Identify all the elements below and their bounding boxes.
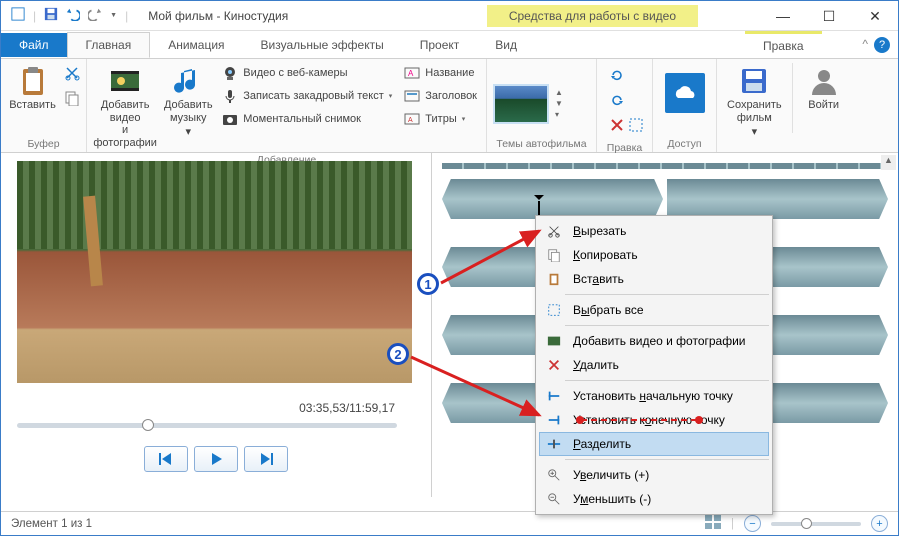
snapshot-button[interactable]: Моментальный снимок bbox=[219, 109, 395, 129]
ctx-cut[interactable]: Вырезать bbox=[539, 219, 769, 243]
login-button[interactable]: Войти bbox=[799, 63, 849, 114]
zoom-out-button[interactable]: − bbox=[744, 515, 761, 532]
maximize-button[interactable]: ☐ bbox=[806, 1, 852, 31]
add-music-button[interactable]: Добавить музыку ▾ bbox=[163, 63, 213, 141]
arrow-1 bbox=[437, 225, 547, 287]
onedrive-button[interactable] bbox=[665, 73, 705, 113]
thumb-view-icon[interactable] bbox=[705, 515, 721, 532]
qat-placeholder-icon[interactable] bbox=[11, 7, 25, 24]
zoom-slider[interactable] bbox=[771, 522, 861, 526]
ctx-select-all[interactable]: Выбрать все bbox=[539, 298, 769, 322]
theme-expand[interactable]: ▾ bbox=[555, 110, 563, 119]
delete-icon[interactable] bbox=[609, 117, 625, 136]
tab-effects[interactable]: Визуальные эффекты bbox=[243, 33, 402, 57]
red-dash bbox=[581, 419, 697, 421]
collapse-ribbon-icon[interactable]: ^ bbox=[862, 37, 868, 53]
play-button[interactable] bbox=[194, 446, 238, 472]
scroll-up-icon[interactable]: ▲ bbox=[881, 155, 896, 170]
captions-button[interactable]: AТитры▾ bbox=[401, 109, 480, 129]
callout-1: 1 bbox=[417, 273, 439, 295]
voiceover-button[interactable]: Записать закадровый текст▾ bbox=[219, 86, 395, 106]
cut-icon[interactable] bbox=[64, 65, 80, 84]
ctx-set-start[interactable]: Установить начальную точку bbox=[539, 384, 769, 408]
tab-animation[interactable]: Анимация bbox=[150, 33, 242, 57]
rotate-right-icon[interactable] bbox=[609, 92, 625, 111]
close-button[interactable]: ✕ bbox=[852, 1, 898, 31]
svg-text:A: A bbox=[408, 69, 414, 78]
prev-frame-button[interactable] bbox=[144, 446, 188, 472]
tab-edit[interactable]: Правка bbox=[745, 31, 822, 58]
theme-nav-down[interactable]: ▼ bbox=[555, 99, 563, 108]
undo-icon[interactable] bbox=[66, 7, 80, 24]
seek-handle[interactable] bbox=[142, 419, 154, 431]
tab-home[interactable]: Главная bbox=[67, 32, 151, 58]
clip-strip bbox=[442, 163, 888, 169]
context-menu: Вырезать Копировать Вставить Выбрать все… bbox=[535, 215, 773, 515]
help-icon[interactable]: ? bbox=[874, 37, 890, 53]
tab-view[interactable]: Вид bbox=[477, 33, 535, 57]
redo-icon[interactable] bbox=[88, 7, 102, 24]
save-icon[interactable] bbox=[44, 7, 58, 24]
select-all-icon[interactable] bbox=[628, 117, 644, 136]
arrow-2 bbox=[407, 353, 547, 423]
group-themes: Темы автофильма bbox=[493, 138, 590, 150]
group-access: Доступ bbox=[659, 138, 710, 150]
video-preview bbox=[17, 161, 412, 383]
status-text: Элемент 1 из 1 bbox=[11, 518, 92, 530]
ctx-paste[interactable]: Вставить bbox=[539, 267, 769, 291]
timeline-clip[interactable] bbox=[667, 179, 888, 219]
theme-nav-up[interactable]: ▲ bbox=[555, 88, 563, 97]
header-button[interactable]: Заголовок bbox=[401, 86, 480, 106]
ctx-copy[interactable]: Копировать bbox=[539, 243, 769, 267]
ctx-zoom-in[interactable]: Увеличить (+) bbox=[539, 463, 769, 487]
copy-icon[interactable] bbox=[64, 90, 80, 109]
zoom-in-button[interactable]: + bbox=[871, 515, 888, 532]
paste-button[interactable]: Вставить bbox=[7, 63, 58, 114]
ctx-zoom-out[interactable]: Уменьшить (-) bbox=[539, 487, 769, 511]
title-button[interactable]: AНазвание bbox=[401, 63, 480, 83]
minimize-button[interactable]: — bbox=[760, 1, 806, 31]
callout-2: 2 bbox=[387, 343, 409, 365]
tab-file[interactable]: Файл bbox=[1, 33, 67, 57]
next-frame-button[interactable] bbox=[244, 446, 288, 472]
seek-bar[interactable] bbox=[17, 423, 397, 428]
timecode: 03:35,53/11:59,17 bbox=[17, 401, 415, 415]
rotate-left-icon[interactable] bbox=[609, 67, 625, 86]
group-buffer: Буфер bbox=[7, 138, 80, 150]
ctx-split[interactable]: Разделить bbox=[539, 432, 769, 456]
zoom-handle[interactable] bbox=[801, 518, 812, 529]
add-video-button[interactable]: Добавить видео и фотографии bbox=[93, 63, 157, 152]
window-title: Мой фильм - Киностудия bbox=[148, 9, 288, 23]
theme-thumb[interactable] bbox=[493, 84, 549, 124]
timeline-clip[interactable] bbox=[442, 179, 663, 219]
tab-project[interactable]: Проект bbox=[402, 33, 478, 57]
ctx-delete[interactable]: Удалить bbox=[539, 353, 769, 377]
svg-text:A: A bbox=[408, 117, 413, 124]
webcam-button[interactable]: Видео с веб-камеры bbox=[219, 63, 395, 83]
ctx-add-media[interactable]: Добавить видео и фотографии bbox=[539, 329, 769, 353]
video-tools-tab-header: Средства для работы с видео bbox=[487, 5, 698, 27]
save-film-button[interactable]: Сохранить фильм ▾ bbox=[723, 63, 786, 141]
